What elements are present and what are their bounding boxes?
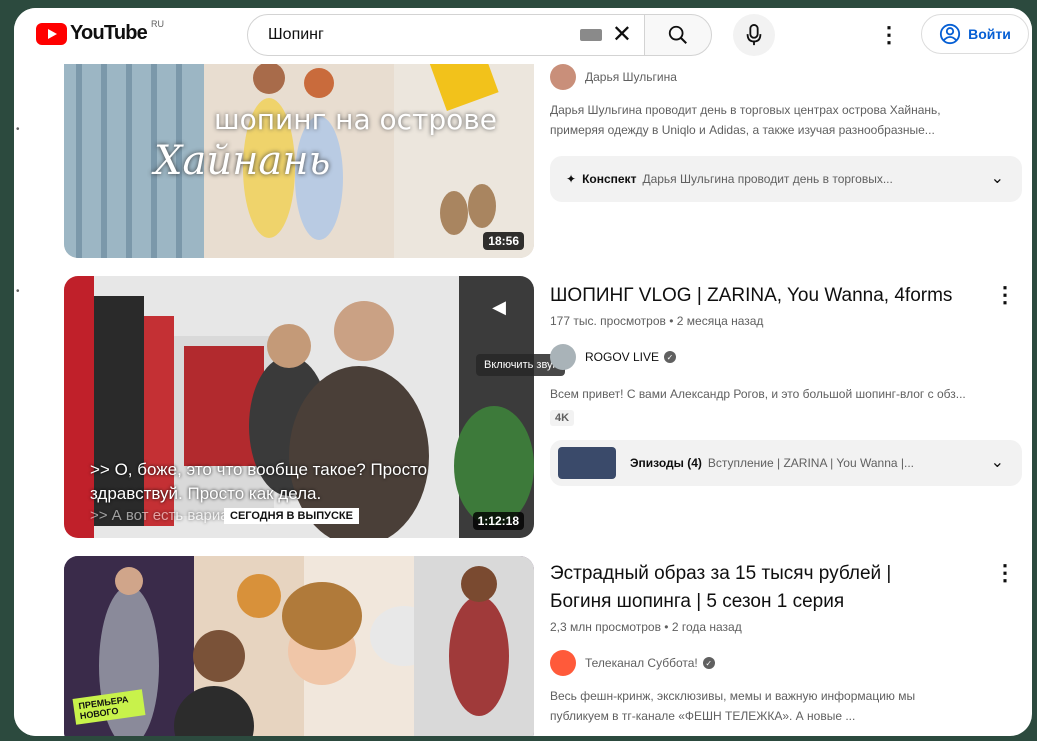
meta-separator: • (669, 314, 674, 328)
verified-icon: ✓ (702, 657, 715, 669)
video-title[interactable]: ШОПИНГ VLOG | ZARINA, You Wanna, 4forms (550, 282, 1022, 310)
channel-row[interactable]: Телеканал Суббота! ✓ (550, 650, 1022, 676)
description-line: примеряя одежду в Uniqlo и Adidas, а так… (550, 123, 935, 137)
video-duration: 1:12:18 (472, 512, 524, 530)
quality-badge: 4K (550, 410, 575, 426)
upload-age: 2 года назад (671, 620, 742, 634)
summary-label: Конспект (582, 172, 637, 186)
search-icon (668, 25, 687, 44)
channel-row[interactable]: Дарья Шульгина (550, 64, 1022, 90)
summary-strip[interactable]: ✦ Конспект Дарья Шульгина проводит день … (550, 156, 1022, 202)
view-count: 177 тыс. просмотров (550, 314, 666, 328)
thumbnail-title-2: Хайнань (154, 138, 331, 184)
strip-marker: • (16, 286, 20, 297)
chevron-down-icon[interactable]: ⌄ (991, 452, 1004, 472)
video-description: Дарья Шульгина проводит день в торговых … (550, 100, 1022, 140)
search-input[interactable]: Шопинг ✕ (247, 14, 645, 56)
video-meta: 2,3 млн просмотров • 2 года назад (550, 620, 1022, 634)
thumbnail-title-1: шопинг на острове (214, 103, 498, 136)
avatar (550, 64, 576, 90)
browser-window: YouTube RU Шопинг ✕ ⋮ Войти • • шопинг н… (14, 8, 1032, 736)
description-line: Весь фешн-кринж, эксклюзивы, мемы и важн… (550, 689, 916, 703)
video-title[interactable]: Эстрадный образ за 15 тысяч рублей | Бог… (550, 560, 1022, 616)
logo-text: YouTube (70, 22, 148, 44)
verified-icon: ✓ (664, 351, 677, 363)
masthead: YouTube RU Шопинг ✕ ⋮ Войти (14, 8, 1032, 64)
description-line: публикуем в тг-канале «ФЕШН ТЕЛЕЖКА». А … (550, 709, 856, 723)
video-description: Всем привет! С вами Александр Рогов, и э… (550, 387, 966, 401)
caption-line: >> О, боже, это что вообще такое? Просто (90, 460, 428, 479)
video-duration: 18:56 (483, 232, 524, 250)
more-vert-icon[interactable]: ⋮ (994, 282, 1016, 308)
video-description: Весь фешн-кринж, эксклюзивы, мемы и важн… (550, 686, 1022, 726)
logo-country-code: RU (150, 18, 164, 29)
youtube-logo-icon (36, 22, 67, 45)
description-line: Дарья Шульгина проводит день в торговых … (550, 103, 941, 117)
sparkle-icon: ✦ (566, 172, 577, 186)
more-vert-icon: ⋮ (878, 22, 900, 47)
video-info: Дарья Шульгина Дарья Шульгина проводит д… (550, 64, 1022, 202)
caption-bar: СЕГОДНЯ В ВЫПУСКЕ (224, 508, 359, 524)
channel-row[interactable]: ROGOV LIVE ✓ (550, 344, 1022, 370)
channel-name: ROGOV LIVE (585, 350, 660, 364)
upload-age: 2 месяца назад (676, 314, 764, 328)
voice-search-button[interactable] (733, 14, 775, 56)
video-thumbnail[interactable]: >> О, боже, это что вообще такое? Просто… (64, 276, 534, 538)
title-line: Богиня шопинга | 5 сезон 1 серия (550, 591, 845, 612)
episode-thumbnail (558, 447, 616, 479)
channel-name: Телеканал Суббота! (585, 656, 698, 670)
episodes-strip[interactable]: Эпизоды (4) Вступление | ZARINA | You Wa… (550, 440, 1022, 486)
settings-menu-button[interactable]: ⋮ (877, 20, 901, 50)
strip-marker: • (16, 124, 20, 135)
chevron-down-icon[interactable]: ⌄ (991, 168, 1004, 188)
mute-icon[interactable]: ◀ (486, 294, 512, 320)
video-info: Эстрадный образ за 15 тысяч рублей | Бог… (550, 560, 1022, 726)
clear-icon[interactable]: ✕ (612, 23, 632, 47)
episodes-text: Вступление | ZARINA | You Wanna |... (707, 456, 914, 470)
meta-separator: • (664, 620, 669, 634)
signin-label: Войти (968, 26, 1011, 42)
view-count: 2,3 млн просмотров (550, 620, 661, 634)
left-edge-strip: • • (14, 64, 54, 736)
summary-text: Дарья Шульгина проводит день в торговых.… (642, 172, 893, 186)
caption-line: здравствуй. Просто как дела. (90, 484, 322, 503)
channel-name: Дарья Шульгина (585, 70, 677, 84)
title-line: Эстрадный образ за 15 тысяч рублей | (550, 563, 892, 584)
video-info: ШОПИНГ VLOG | ZARINA, You Wanna, 4forms … (550, 282, 1022, 486)
avatar (550, 650, 576, 676)
mic-icon (746, 24, 762, 46)
account-icon (940, 23, 961, 45)
video-meta: 177 тыс. просмотров • 2 месяца назад (550, 314, 1022, 328)
search-query: Шопинг (268, 26, 324, 43)
episodes-label: Эпизоды (4) (630, 456, 702, 470)
keyboard-icon[interactable] (579, 29, 602, 41)
search-button[interactable] (644, 14, 712, 56)
more-vert-icon[interactable]: ⋮ (994, 560, 1016, 586)
avatar (550, 344, 576, 370)
signin-button[interactable]: Войти (921, 14, 1029, 54)
video-thumbnail[interactable]: ПРЕМЬЕРА НОВОГО (64, 556, 534, 736)
youtube-logo[interactable]: YouTube RU (36, 18, 164, 45)
